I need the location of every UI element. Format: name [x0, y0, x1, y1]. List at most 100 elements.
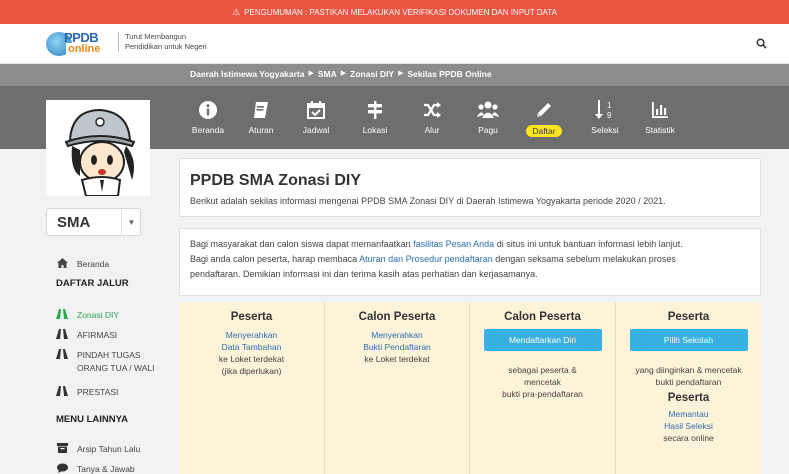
nav-aturan[interactable]: Aturan [239, 98, 283, 146]
step-mendaftarkan-diri: Calon Peserta Mendaftarkan Diri sebagai … [470, 302, 615, 474]
chevron-down-icon: ▼ [121, 209, 141, 235]
step-text: ke Loket terdekat [364, 354, 430, 364]
chat-icon [56, 463, 68, 473]
sidebar-item-label: AFIRMASI [77, 330, 118, 340]
search-button[interactable] [752, 34, 770, 52]
sidebar-item-label: Arsip Tahun Lalu [77, 444, 141, 454]
info-line-1: Bagi masyarakat dan calon siswa dapat me… [190, 237, 755, 252]
nav-label: Pagu [478, 125, 498, 135]
level-select[interactable]: SMA ▼ [46, 208, 141, 236]
book-icon [254, 102, 268, 118]
aturan-prosedur-link[interactable]: Aturan dan Prosedur pendaftaran [359, 254, 493, 264]
ppdb-logo[interactable]: PPDB online [46, 28, 112, 58]
info-icon [199, 101, 217, 119]
home-icon [56, 258, 68, 268]
calendar-icon [307, 101, 325, 119]
info-text-part: dengan seksama sebelum melakukan proses [492, 254, 676, 264]
nav-label: Seleksi [591, 125, 619, 135]
sidebar-item-label-line-2: ORANG TUA / WALI [77, 363, 155, 373]
breadcrumb-item[interactable]: SMA [318, 69, 337, 79]
svg-text:1: 1 [607, 101, 612, 110]
nav-seleksi[interactable]: 19 Seleksi [583, 98, 627, 146]
info-line-3: pendaftaran. Demikian informasi ini dan … [190, 269, 538, 279]
sidebar-item-arsip[interactable]: Arsip Tahun Lalu [56, 443, 140, 456]
sidebar-item-tanya-jawab[interactable]: Tanya & Jawab [56, 463, 135, 474]
step-heading: Calon Peserta [504, 311, 581, 323]
step-heading: Peserta [667, 311, 710, 323]
nav-pagu[interactable]: Pagu [466, 98, 510, 146]
nav-label: Aturan [248, 125, 274, 135]
nav-statistik[interactable]: Statistik [638, 98, 682, 146]
info-line-2: Bagi anda calon peserta, harap membaca A… [190, 252, 755, 267]
nav-label: Statistik [645, 125, 675, 135]
step-link[interactable]: Menyerahkan [325, 329, 469, 341]
step-link[interactable]: Memantau [616, 408, 761, 420]
student-avatar [46, 100, 150, 197]
nav-daftar[interactable]: Daftar [519, 98, 569, 146]
sidebar-item-label: Zonasi DIY [77, 310, 120, 320]
step-text: bukti pra-pendaftaran [502, 389, 583, 399]
sidebar-item-label: Tanya & Jawab [77, 464, 135, 474]
breadcrumb-bar: Daerah Istimewa Yogyakarta ▶ SMA ▶ Zonas… [0, 64, 789, 86]
announcement-bar: ⚠ PENGUMUMAN : PASTIKAN MELAKUKAN VERIFI… [0, 0, 789, 24]
step-text: sebagai peserta & [508, 365, 577, 375]
sidebar-item-pindah-tugas[interactable]: PINDAH TUGAS ORANG TUA / WALI [56, 349, 154, 375]
registration-steps: Peserta Menyerahkan Data Tambahan ke Lok… [179, 302, 761, 474]
sidebar-item-label: Beranda [77, 259, 110, 269]
nav-label: Beranda [191, 125, 225, 135]
shuffle-icon [424, 102, 441, 118]
sidebar-item-label: PRESTASI [77, 387, 119, 397]
mendaftarkan-diri-button[interactable]: Mendaftarkan Diri [483, 329, 602, 351]
step-text: yang diinginkan & mencetak [635, 365, 742, 375]
pesan-anda-link[interactable]: fasilitas Pesan Anda [413, 239, 494, 249]
step-text: (jika diperlukan) [221, 366, 282, 376]
search-icon [756, 38, 767, 49]
tagline-line-2: Pendidikan untuk Negeri [125, 42, 207, 51]
nav-jadwal[interactable]: Jadwal [294, 98, 338, 146]
chevron-right-icon: ▶ [340, 70, 347, 77]
step-link[interactable]: Menyerahkan [179, 329, 324, 341]
step-heading: Peserta [230, 311, 273, 323]
menu-lainnya-heading: MENU LAINNYA [56, 414, 128, 425]
tagline-line-1: Turut Membangun [125, 32, 187, 41]
title-card: PPDB SMA Zonasi DIY Berikut adalah sekil… [179, 158, 761, 217]
info-text-part: Bagi masyarakat dan calon siswa dapat me… [190, 239, 414, 249]
step-pilih-sekolah: Peserta Pilih Sekolah yang diinginkan & … [616, 302, 761, 474]
sidebar-item-prestasi[interactable]: PRESTASI [56, 386, 118, 399]
announcement-text: PENGUMUMAN : PASTIKAN MELAKUKAN VERIFIKA… [244, 7, 557, 17]
sidebar-item-afirmasi[interactable]: AFIRMASI [56, 329, 117, 342]
page-title: PPDB SMA Zonasi DIY [190, 172, 361, 189]
users-icon [477, 101, 499, 118]
road-icon [56, 329, 68, 339]
nav-alur[interactable]: Alur [410, 98, 454, 146]
step-link[interactable]: Hasil Seleksi [616, 420, 761, 432]
nav-lokasi[interactable]: Lokasi [353, 98, 397, 146]
pilih-sekolah-button[interactable]: Pilih Sekolah [629, 329, 748, 351]
nav-label: Alur [424, 125, 440, 135]
pencil-icon [537, 103, 551, 117]
breadcrumb-item: Sekilas PPDB Online [407, 69, 492, 79]
nav-label: Jadwal [302, 125, 330, 135]
breadcrumb: Daerah Istimewa Yogyakarta ▶ SMA ▶ Zonas… [190, 69, 492, 79]
sidebar-item-beranda[interactable]: Beranda [56, 258, 109, 271]
nav-beranda[interactable]: Beranda [186, 98, 230, 146]
breadcrumb-item[interactable]: Daerah Istimewa Yogyakarta [190, 69, 305, 79]
sidebar-item-zonasi[interactable]: Zonasi DIY [56, 309, 119, 322]
signpost-icon [368, 101, 382, 119]
chevron-right-icon: ▶ [398, 70, 404, 77]
level-select-value: SMA [57, 214, 91, 231]
info-text-part: di situs ini untuk bantuan informasi leb… [494, 239, 683, 249]
step-link[interactable]: Data Tambahan [179, 341, 324, 353]
step-link[interactable]: Bukti Pendaftaran [325, 341, 469, 353]
tagline: Turut Membangun Pendidikan untuk Negeri [118, 32, 207, 52]
breadcrumb-item[interactable]: Zonasi DIY [350, 69, 394, 79]
site-header: PPDB online Turut Membangun Pendidikan u… [0, 24, 789, 64]
info-card: Bagi masyarakat dan calon siswa dapat me… [179, 228, 761, 296]
info-text: Bagi masyarakat dan calon siswa dapat me… [190, 237, 755, 282]
road-icon [56, 309, 68, 319]
step-data-tambahan: Peserta Menyerahkan Data Tambahan ke Lok… [179, 302, 324, 474]
step-bukti-pendaftaran: Calon Peserta Menyerahkan Bukti Pendafta… [325, 302, 469, 474]
bar-chart-icon [652, 102, 668, 118]
student-character-illustration [64, 108, 136, 197]
logo-sub-text: online [66, 43, 103, 55]
